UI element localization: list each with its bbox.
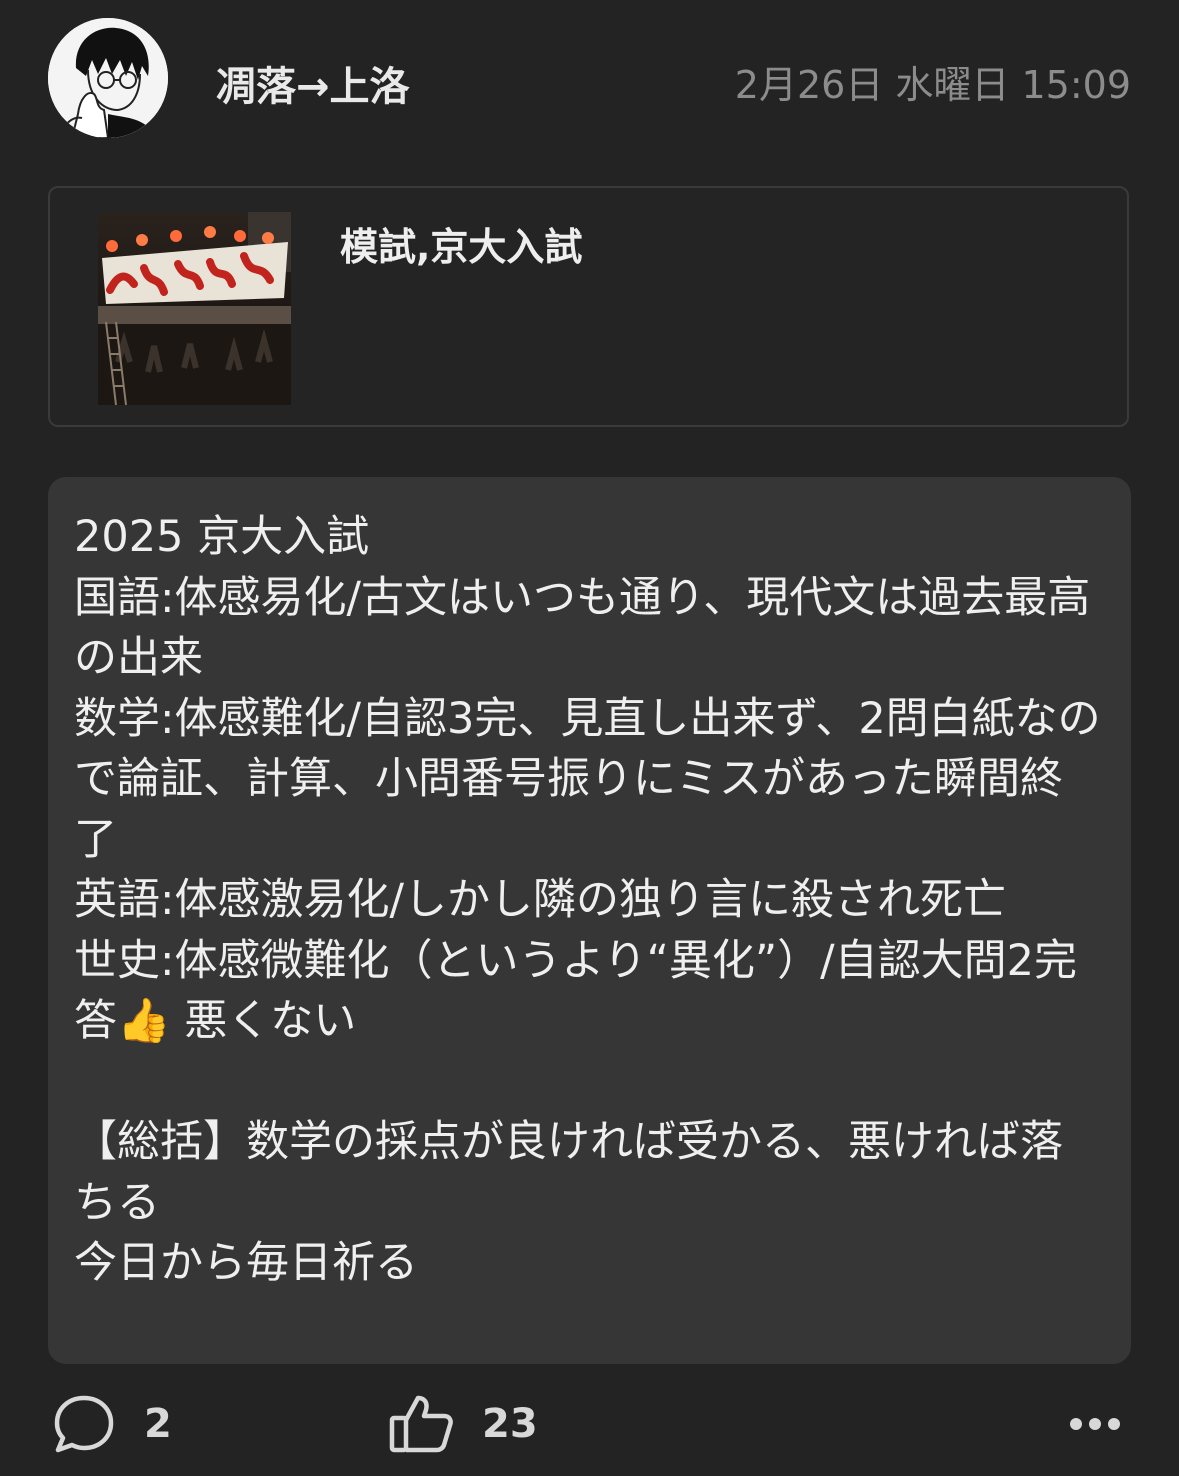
comment-count: 2	[144, 1401, 172, 1447]
post-line: 2025 京大入試	[74, 512, 370, 562]
thumbs-up-icon	[389, 1395, 453, 1453]
post-line: 国語:体感易化/古文はいつも通り、現代文は過去最高の出来	[74, 572, 1091, 684]
like-button[interactable]: 23	[388, 1392, 538, 1456]
post-line: 今日から毎日祈る	[74, 1238, 418, 1288]
like-count: 23	[482, 1401, 538, 1447]
festival-banner-photo-icon	[98, 212, 291, 405]
more-dots-icon	[1070, 1418, 1120, 1430]
avatar[interactable]	[48, 18, 168, 138]
post-line: 【総括】数学の採点が良ければ受かる、悪ければ落ちる	[74, 1117, 1063, 1228]
post-line: 世史:体感微難化（というより“異化”）/自認大問2完答👍 悪くない	[74, 935, 1078, 1047]
manga-portrait-avatar-icon	[48, 18, 168, 138]
post-timestamp: 2月26日 水曜日 15:09	[734, 63, 1131, 107]
linked-article-card[interactable]: 模試,京大入試	[48, 186, 1129, 427]
post-body: 2025 京大入試 国語:体感易化/古文はいつも通り、現代文は過去最高の出来 数…	[48, 477, 1131, 1364]
author-name[interactable]: 凋落→上洛	[216, 54, 410, 112]
comment-button[interactable]: 2	[52, 1392, 172, 1456]
linked-article-title[interactable]: 模試,京大入試	[340, 216, 582, 271]
post-text: 2025 京大入試 国語:体感易化/古文はいつも通り、現代文は過去最高の出来 数…	[74, 507, 1103, 1294]
post-line: 数学:体感難化/自認3完、見直し出来ず、2問白紙なので論証、計算、小問番号振りに…	[74, 693, 1101, 865]
comment-bubble-icon	[54, 1395, 114, 1453]
more-options-button[interactable]	[1069, 1404, 1121, 1444]
post-line: 英語:体感激易化/しかし隣の独り言に殺され死亡	[74, 875, 1006, 925]
festival-banner-thumbnail	[98, 212, 291, 405]
